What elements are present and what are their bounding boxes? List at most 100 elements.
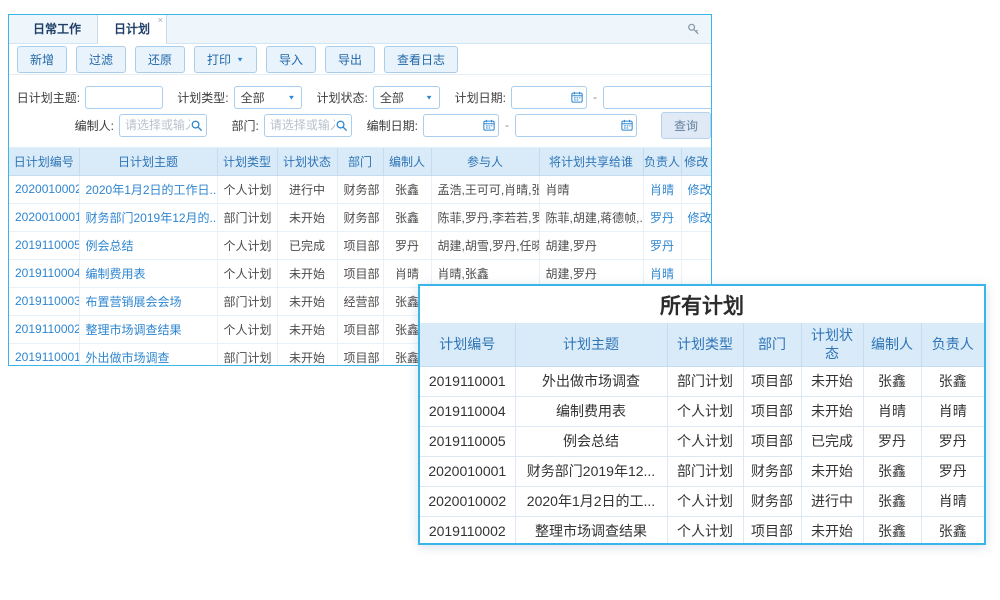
chevron-down-icon: ▼ <box>236 55 244 62</box>
cell: 2020年1月2日的工... <box>515 486 667 516</box>
plan-date-to-input[interactable] <box>603 86 712 109</box>
cell: 陈菲,罗丹,李若若,罗... <box>431 203 539 231</box>
column-header[interactable]: 计划状态 <box>277 148 337 175</box>
status-select[interactable]: 全部 ▼ <box>373 86 440 109</box>
cell: 个人计划 <box>217 175 277 203</box>
add-button[interactable]: 新增 <box>17 46 67 73</box>
import-button[interactable]: 导入 <box>266 46 316 73</box>
cell-link[interactable]: 2020年1月2日的工作日... <box>79 175 217 203</box>
cell: 胡建,罗丹 <box>539 231 643 259</box>
column-header[interactable]: 编制人 <box>383 148 431 175</box>
cell: 进行中 <box>277 175 337 203</box>
cell-link[interactable]: 编制费用表 <box>79 259 217 287</box>
column-header[interactable]: 部门 <box>337 148 383 175</box>
cell-link[interactable]: 外出做市场调查 <box>79 343 217 366</box>
cell-link[interactable]: 罗丹 <box>643 203 681 231</box>
plan-row[interactable]: 20200100022020年1月2日的工作日...个人计划进行中财务部张鑫孟浩… <box>9 175 711 203</box>
cell-link[interactable]: 肖晴 <box>643 175 681 203</box>
plan-row[interactable]: 2019110004编制费用表个人计划未开始项目部肖晴肖晴,张鑫胡建,罗丹肖晴 <box>9 259 711 287</box>
tab-daily-plan[interactable]: 日计划 × <box>97 14 167 44</box>
column-header[interactable]: 日计划主题 <box>79 148 217 175</box>
type-select[interactable]: 全部 ▼ <box>234 86 303 109</box>
cell: 肖晴 <box>539 175 643 203</box>
subject-input[interactable] <box>85 86 163 109</box>
column-header[interactable]: 负责人 <box>643 148 681 175</box>
query-button[interactable]: 查询 <box>661 112 711 139</box>
close-tab-icon[interactable]: × <box>158 15 163 25</box>
cell: 罗丹 <box>921 426 984 456</box>
search-icon[interactable] <box>190 119 203 132</box>
filter-button[interactable]: 过滤 <box>76 46 126 73</box>
cell: 未开始 <box>277 343 337 366</box>
search-icon[interactable] <box>335 119 348 132</box>
date-range-dash: - <box>593 90 597 104</box>
all-plan-row[interactable]: 2019110005例会总结个人计划项目部已完成罗丹罗丹 <box>420 426 984 456</box>
tab-daily-work[interactable]: 日常工作 <box>17 14 97 43</box>
cell-link[interactable]: 罗丹 <box>643 231 681 259</box>
calendar-icon[interactable] <box>483 119 495 131</box>
cell: 部门计划 <box>217 343 277 366</box>
cell: 张鑫 <box>383 203 431 231</box>
cell: 项目部 <box>337 343 383 366</box>
cell: 部门计划 <box>667 456 743 486</box>
cell-link[interactable]: 2019110003 <box>9 287 79 315</box>
all-plan-row[interactable]: 20200100022020年1月2日的工...个人计划财务部进行中张鑫肖晴 <box>420 486 984 516</box>
cell: 个人计划 <box>217 315 277 343</box>
key-icon[interactable] <box>686 22 701 37</box>
column-header[interactable]: 修改 <box>681 148 711 175</box>
cell: 个人计划 <box>217 231 277 259</box>
all-plan-row[interactable]: 2019110004编制费用表个人计划项目部未开始肖晴肖晴 <box>420 396 984 426</box>
table-header-row: 日计划编号日计划主题计划类型计划状态部门编制人参与人将计划共享给谁负责人修改 <box>9 148 711 175</box>
cell-link[interactable]: 财务部门2019年12月的... <box>79 203 217 231</box>
restore-button[interactable]: 还原 <box>135 46 185 73</box>
cell: 2019110005 <box>420 426 515 456</box>
cell-link[interactable]: 2019110001 <box>9 343 79 366</box>
cell-link[interactable]: 整理市场调查结果 <box>79 315 217 343</box>
cell: 胡建,胡雪,罗丹,任晓... <box>431 231 539 259</box>
cell: 项目部 <box>337 315 383 343</box>
cell-link[interactable]: 2020010002 <box>9 175 79 203</box>
cell-link[interactable]: 例会总结 <box>79 231 217 259</box>
print-button[interactable]: 打印 ▼ <box>194 46 257 73</box>
all-plan-row[interactable]: 2019110002整理市场调查结果个人计划项目部未开始张鑫张鑫 <box>420 516 984 545</box>
cell: 张鑫 <box>383 175 431 203</box>
cell-link[interactable]: 2019110005 <box>9 231 79 259</box>
cell: 肖晴 <box>863 396 921 426</box>
cell: 未开始 <box>277 203 337 231</box>
cell: 已完成 <box>801 426 863 456</box>
cell: 财务部 <box>337 175 383 203</box>
cell: 个人计划 <box>667 516 743 545</box>
tab-label: 日常工作 <box>33 22 81 36</box>
calendar-icon[interactable] <box>621 119 633 131</box>
all-plan-row[interactable]: 2019110001外出做市场调查部门计划项目部未开始张鑫张鑫 <box>420 366 984 396</box>
column-header[interactable]: 参与人 <box>431 148 539 175</box>
cell-link[interactable]: 2020010001 <box>9 203 79 231</box>
export-button[interactable]: 导出 <box>325 46 375 73</box>
author-label: 编制人: <box>9 117 119 134</box>
cell: 肖晴 <box>921 396 984 426</box>
calendar-icon[interactable] <box>571 91 583 103</box>
plan-date-from <box>511 86 587 109</box>
cell: 肖晴 <box>383 259 431 287</box>
column-header[interactable]: 计划类型 <box>217 148 277 175</box>
cell: 经营部 <box>337 287 383 315</box>
column-header[interactable]: 将计划共享给谁 <box>539 148 643 175</box>
cell-link[interactable]: 肖晴 <box>643 259 681 287</box>
cell-link[interactable]: 2019110002 <box>9 315 79 343</box>
column-header[interactable]: 日计划编号 <box>9 148 79 175</box>
cell-link[interactable]: 布置营销展会会场 <box>79 287 217 315</box>
cell-link[interactable]: 修改 <box>681 175 711 203</box>
cell: 项目部 <box>337 231 383 259</box>
all-plan-row[interactable]: 2020010001财务部门2019年12...部门计划财务部未开始张鑫罗丹 <box>420 456 984 486</box>
cell: 进行中 <box>801 486 863 516</box>
view-log-button[interactable]: 查看日志 <box>384 46 458 73</box>
subject-label: 日计划主题: <box>9 89 85 106</box>
cell: 个人计划 <box>217 259 277 287</box>
cell: 财务部 <box>337 203 383 231</box>
cell-link[interactable]: 修改 <box>681 203 711 231</box>
edit-date-to-input[interactable] <box>515 114 637 137</box>
plan-row[interactable]: 2019110005例会总结个人计划已完成项目部罗丹胡建,胡雪,罗丹,任晓...… <box>9 231 711 259</box>
plan-row[interactable]: 2020010001财务部门2019年12月的...部门计划未开始财务部张鑫陈菲… <box>9 203 711 231</box>
cell: 张鑫 <box>921 366 984 396</box>
cell-link[interactable]: 2019110004 <box>9 259 79 287</box>
